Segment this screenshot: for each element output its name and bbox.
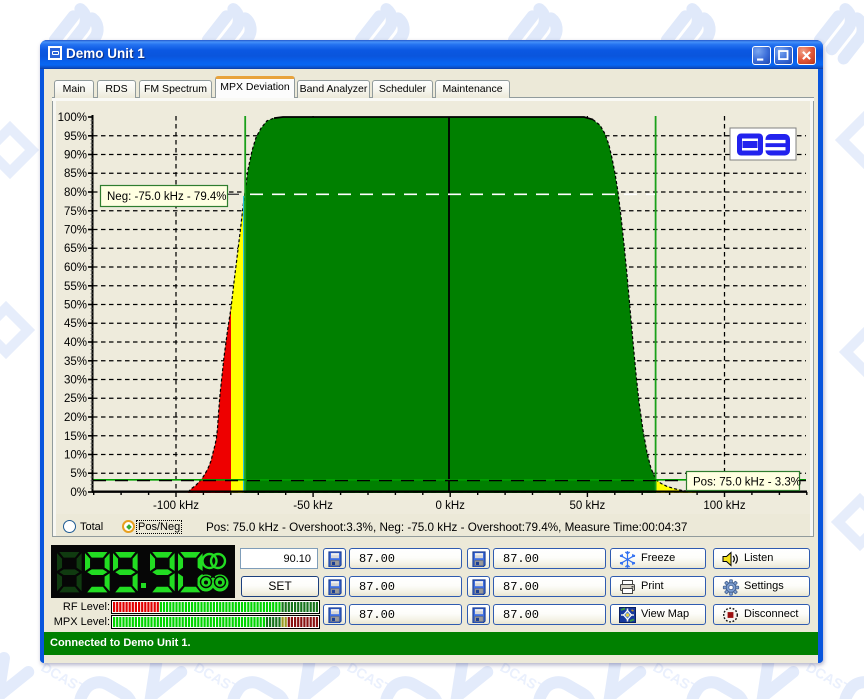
svg-text:15%: 15% [64, 431, 87, 443]
svg-text:75%: 75% [64, 206, 87, 218]
svg-text:50 kHz: 50 kHz [570, 500, 606, 512]
svg-text:40%: 40% [64, 337, 87, 349]
svg-text:100%: 100% [58, 112, 87, 124]
svg-text:90%: 90% [64, 150, 87, 162]
svg-text:0%: 0% [70, 487, 87, 499]
svg-text:30%: 30% [64, 375, 87, 387]
svg-text:50%: 50% [64, 300, 87, 312]
svg-text:65%: 65% [64, 243, 87, 255]
svg-text:60%: 60% [64, 262, 87, 274]
svg-text:5%: 5% [70, 468, 87, 480]
svg-text:-50 kHz: -50 kHz [293, 500, 333, 512]
svg-text:Neg: -75.0 kHz - 79.4%: Neg: -75.0 kHz - 79.4% [107, 191, 227, 203]
svg-text:20%: 20% [64, 412, 87, 424]
svg-text:45%: 45% [64, 318, 87, 330]
svg-text:100 kHz: 100 kHz [703, 500, 745, 512]
svg-text:95%: 95% [64, 131, 87, 143]
svg-text:85%: 85% [64, 168, 87, 180]
svg-text:55%: 55% [64, 281, 87, 293]
svg-text:10%: 10% [64, 450, 87, 462]
svg-text:35%: 35% [64, 356, 87, 368]
svg-text:80%: 80% [64, 187, 87, 199]
svg-text:Pos: 75.0 kHz - 3.3%: Pos: 75.0 kHz - 3.3% [693, 477, 801, 489]
svg-text:-100 kHz: -100 kHz [153, 500, 199, 512]
svg-text:0 kHz: 0 kHz [435, 500, 465, 512]
svg-text:25%: 25% [64, 393, 87, 405]
svg-text:70%: 70% [64, 225, 87, 237]
